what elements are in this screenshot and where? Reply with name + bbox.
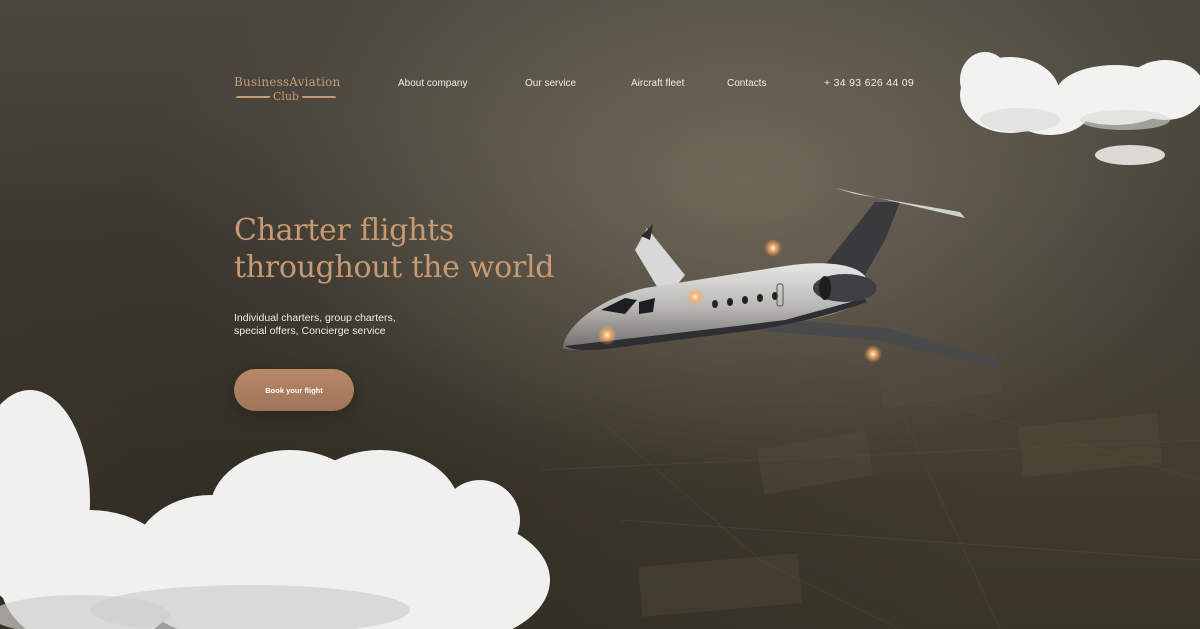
hero-subtitle-line2: special offers, Concierge service [234, 325, 386, 337]
landing-page: BusinessAviation Club About company Our … [0, 0, 1200, 629]
nav-item-contacts[interactable]: Contacts [727, 78, 766, 90]
phone-number-link[interactable]: + 34 93 626 44 09 [824, 77, 914, 89]
cloud-bottom-left [0, 390, 550, 629]
hero-subtitle-line1: Individual charters, group charters, [234, 312, 396, 324]
nav-item-our-service[interactable]: Our service [525, 78, 576, 90]
hero-subtitle: Individual charters, group charters, spe… [234, 312, 434, 338]
hero-title-line1: Charter flights [234, 213, 454, 248]
book-flight-button[interactable]: Book your flight [234, 369, 354, 411]
main-nav: About company Our service Aircraft fleet… [0, 78, 1200, 92]
hero-title-line2: throughout the world [234, 250, 555, 285]
business-jet-image [563, 188, 1025, 368]
hero-title: Charter flights throughout the world [234, 212, 554, 286]
nav-item-aircraft-fleet[interactable]: Aircraft fleet [631, 78, 684, 90]
cloud-top-right [960, 52, 1200, 165]
nav-item-about-company[interactable]: About company [398, 78, 468, 90]
